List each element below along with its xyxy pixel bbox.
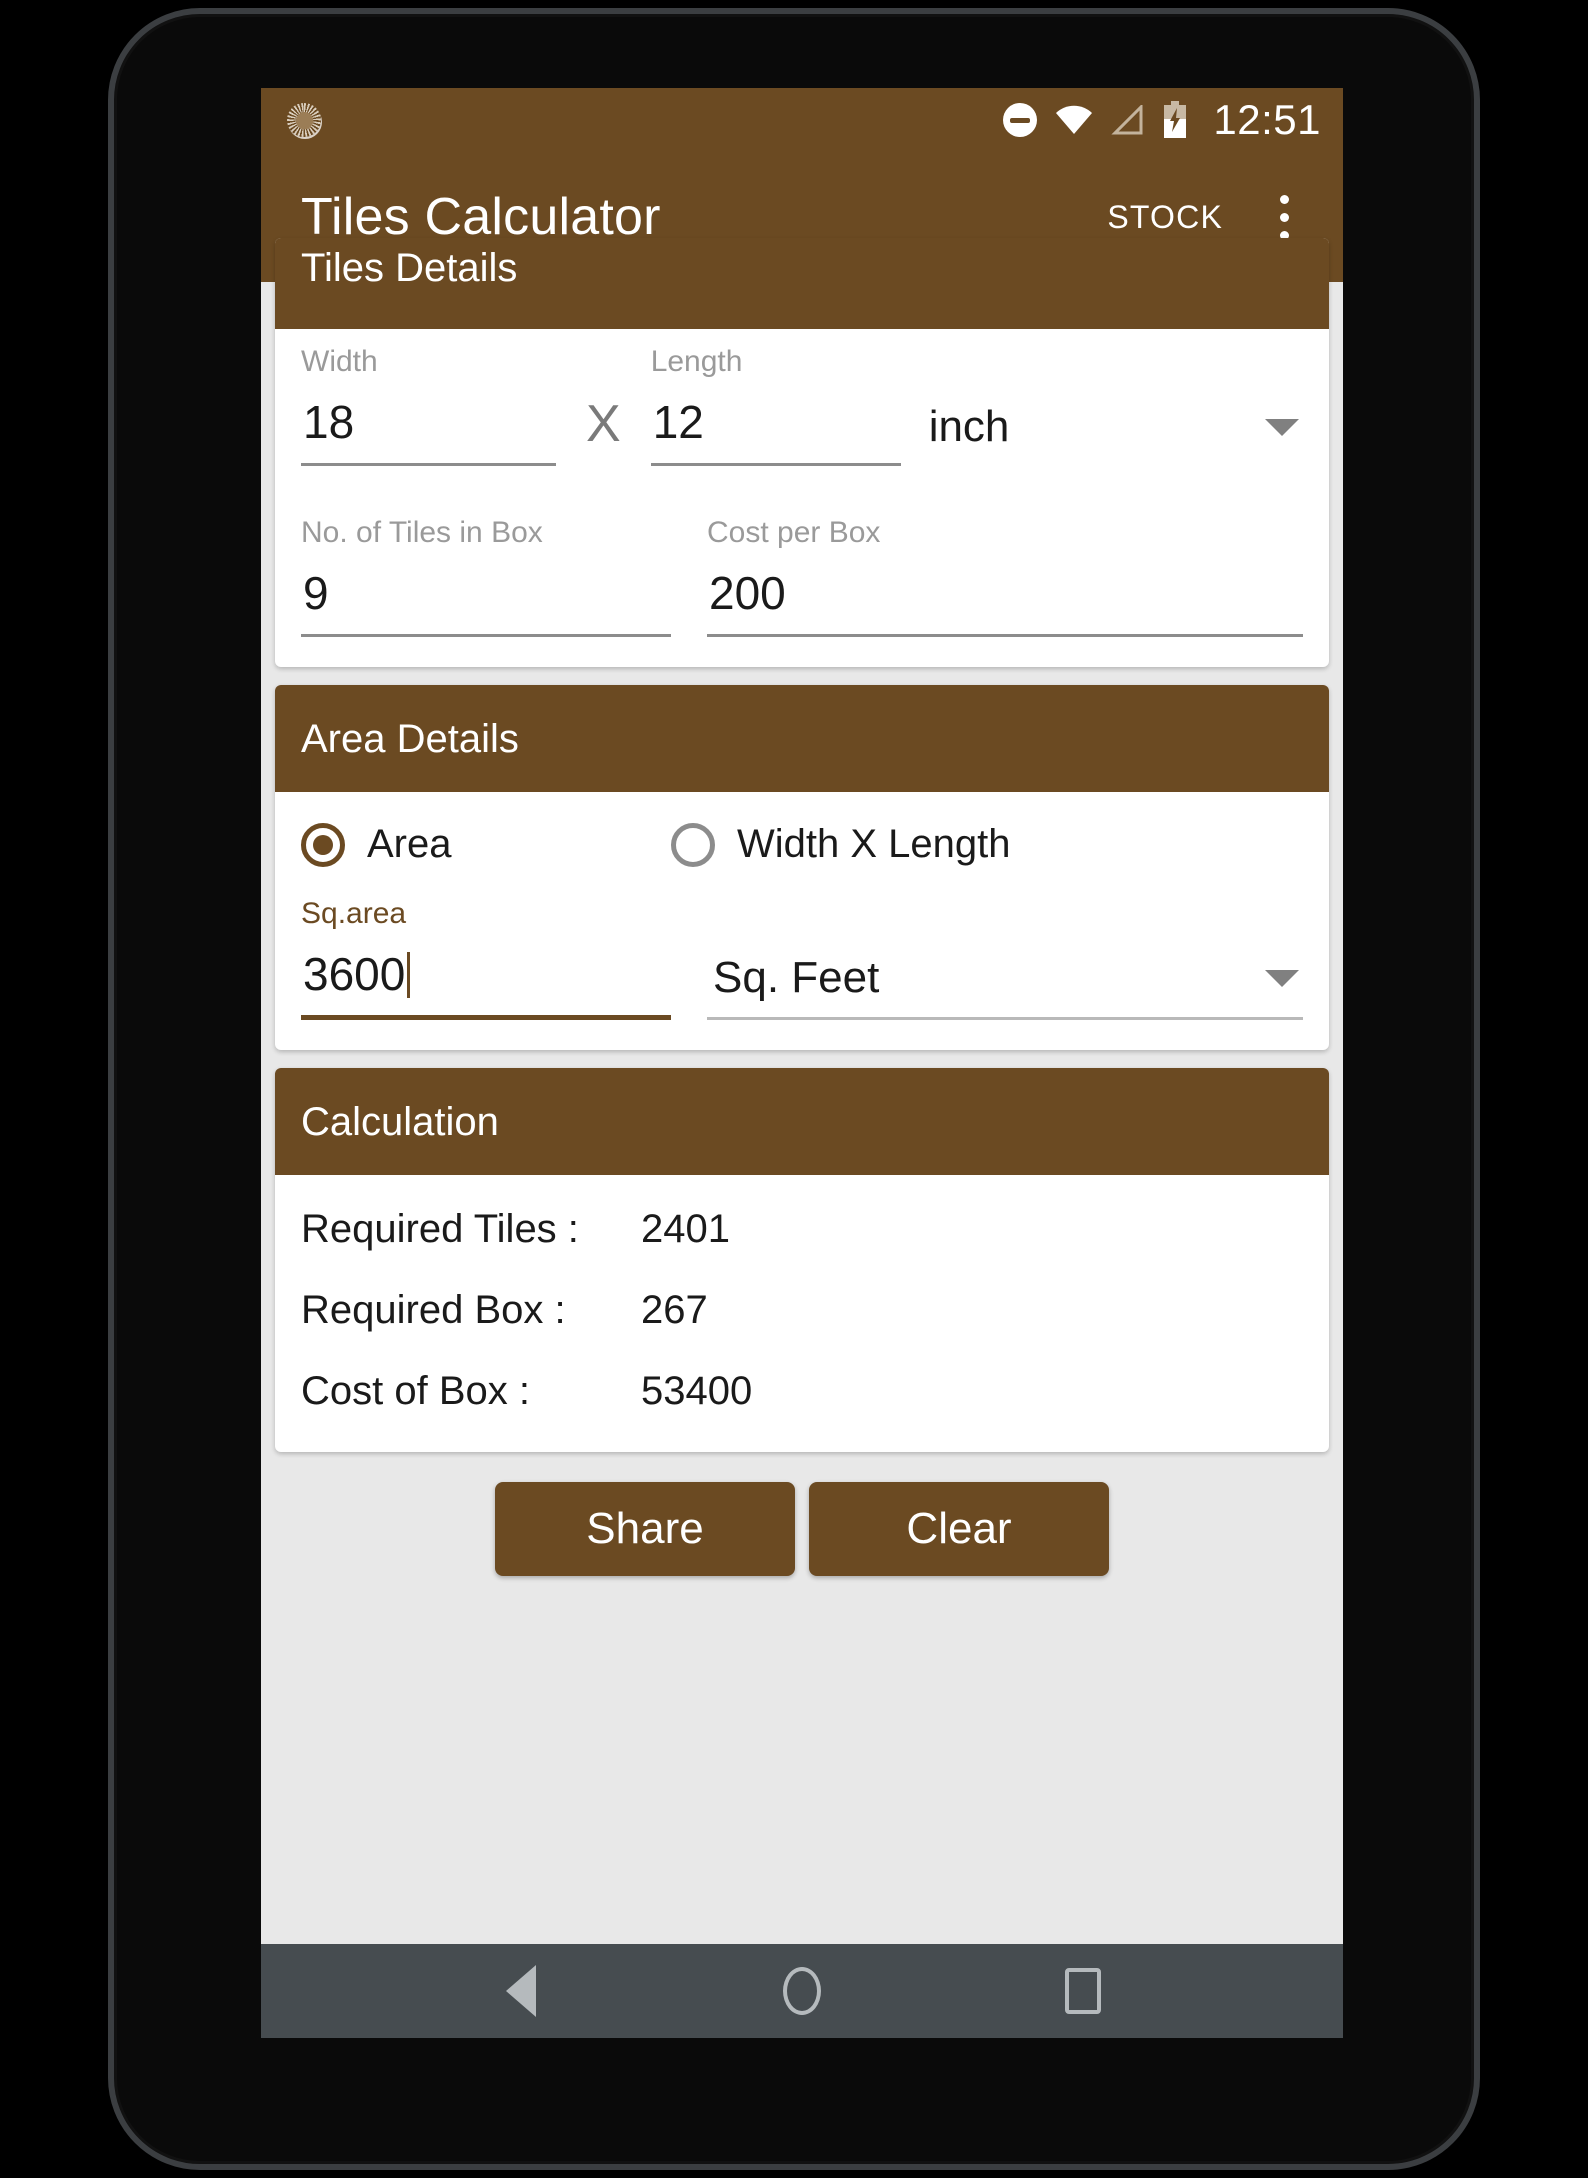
tiles-details-header: Tiles Details <box>275 238 1329 329</box>
table-row: Required Box : 267 <box>301 1270 1303 1351</box>
sq-area-label: Sq.area <box>301 897 407 930</box>
cell-signal-empty-icon <box>1111 103 1145 135</box>
sq-area-field[interactable]: Sq.area 3600 <box>301 897 671 1026</box>
length-label: Length <box>650 345 743 378</box>
tile-unit-dropdown[interactable]: inch <box>923 402 1303 466</box>
required-box-label: Required Box : <box>301 1288 566 1332</box>
table-row: Cost of Box : 53400 <box>301 1351 1303 1432</box>
box-info-row: No. of Tiles in Box 9 Cost per Box 200 <box>301 516 1303 643</box>
sq-area-input[interactable]: 3600 <box>301 947 671 1020</box>
length-input[interactable]: 12 <box>650 395 901 466</box>
wifi-icon <box>1055 105 1093 135</box>
sq-area-row: Sq.area 3600 Sq. Feet <box>301 897 1303 1026</box>
scroll-content[interactable]: Tiles Details Width 18 X Length 12 inch … <box>261 238 1343 1944</box>
cost-per-box-input[interactable]: 200 <box>707 566 1303 637</box>
action-button-bar: Share Clear <box>261 1470 1343 1594</box>
cost-of-box-value: 53400 <box>641 1369 753 1413</box>
required-tiles-value: 2401 <box>641 1207 730 1251</box>
recents-glyph <box>1064 1968 1101 2014</box>
chevron-down-icon <box>1265 418 1299 436</box>
area-unit-field[interactable]: Sq. Feet <box>707 953 1303 1026</box>
do-not-disturb-icon <box>1003 103 1038 137</box>
area-unit-value: Sq. Feet <box>713 953 880 1002</box>
share-button[interactable]: Share <box>495 1482 795 1576</box>
tiles-details-body: Width 18 X Length 12 inch No. of Tiles i… <box>275 329 1329 667</box>
cost-per-box-field[interactable]: Cost per Box 200 <box>707 516 1303 643</box>
tile-unit-value: inch <box>928 402 1010 451</box>
radio-unselected-icon <box>671 822 715 867</box>
home-circle-icon[interactable] <box>767 1956 837 2026</box>
overflow-dot <box>1279 194 1289 204</box>
calculation-card: Calculation Required Tiles : 2401 Requir… <box>275 1068 1329 1452</box>
status-bar-left <box>287 103 321 137</box>
radio-selected-icon <box>301 822 345 867</box>
status-bar-right: 12:51 <box>1003 96 1321 144</box>
area-details-body: Area Width X Length Sq.area 3600 Sq. Fee… <box>275 792 1329 1050</box>
calculation-body: Required Tiles : 2401 Required Box : 267… <box>275 1175 1329 1452</box>
radio-area[interactable]: Area <box>301 822 671 867</box>
sync-icon <box>287 103 321 137</box>
width-label: Width <box>301 345 378 378</box>
back-glyph <box>506 1965 537 2017</box>
width-field[interactable]: Width 18 <box>301 345 556 472</box>
home-glyph <box>782 1967 821 2015</box>
chevron-down-icon <box>1265 969 1299 987</box>
radio-width-x-length-label: Width X Length <box>737 822 1011 866</box>
recents-square-icon[interactable] <box>1048 1956 1118 2026</box>
tile-size-row: Width 18 X Length 12 inch <box>301 345 1303 472</box>
text-caret <box>407 952 411 998</box>
status-bar: 12:51 <box>261 88 1343 152</box>
tiles-details-card: Tiles Details Width 18 X Length 12 inch … <box>275 238 1329 667</box>
length-field[interactable]: Length 12 <box>650 345 901 472</box>
status-bar-clock: 12:51 <box>1213 96 1321 143</box>
required-box-value: 267 <box>641 1288 708 1332</box>
width-input[interactable]: 18 <box>301 395 556 466</box>
table-row: Required Tiles : 2401 <box>301 1189 1303 1270</box>
tiles-in-box-label: No. of Tiles in Box <box>301 516 543 549</box>
back-triangle-icon[interactable] <box>486 1956 556 2026</box>
area-unit-dropdown[interactable]: Sq. Feet <box>707 953 1303 1020</box>
area-details-card: Area Details Area Width X Length Sq.area… <box>275 685 1329 1050</box>
clear-button[interactable]: Clear <box>809 1482 1109 1576</box>
radio-area-label: Area <box>367 822 452 866</box>
area-mode-radio-group: Area Width X Length <box>301 808 1303 873</box>
device-frame: 12:51 Tiles Calculator STOCK Tiles Detai… <box>108 8 1480 2170</box>
sq-area-text: 3600 <box>303 948 406 1000</box>
radio-width-x-length[interactable]: Width X Length <box>671 822 1011 867</box>
tile-unit-field[interactable]: inch <box>901 402 1303 472</box>
multiply-symbol: X <box>586 395 621 453</box>
cost-of-box-label: Cost of Box : <box>301 1369 530 1413</box>
battery-charging-icon <box>1163 101 1187 139</box>
tiles-in-box-field[interactable]: No. of Tiles in Box 9 <box>301 516 671 643</box>
area-details-header: Area Details <box>275 685 1329 792</box>
phone-screen: 12:51 Tiles Calculator STOCK Tiles Detai… <box>261 88 1343 2038</box>
tiles-in-box-input[interactable]: 9 <box>301 566 671 637</box>
calculation-header: Calculation <box>275 1068 1329 1175</box>
cost-per-box-label: Cost per Box <box>707 516 881 549</box>
android-nav-bar <box>261 1944 1343 2038</box>
overflow-dot <box>1279 212 1289 222</box>
required-tiles-label: Required Tiles : <box>301 1207 579 1251</box>
